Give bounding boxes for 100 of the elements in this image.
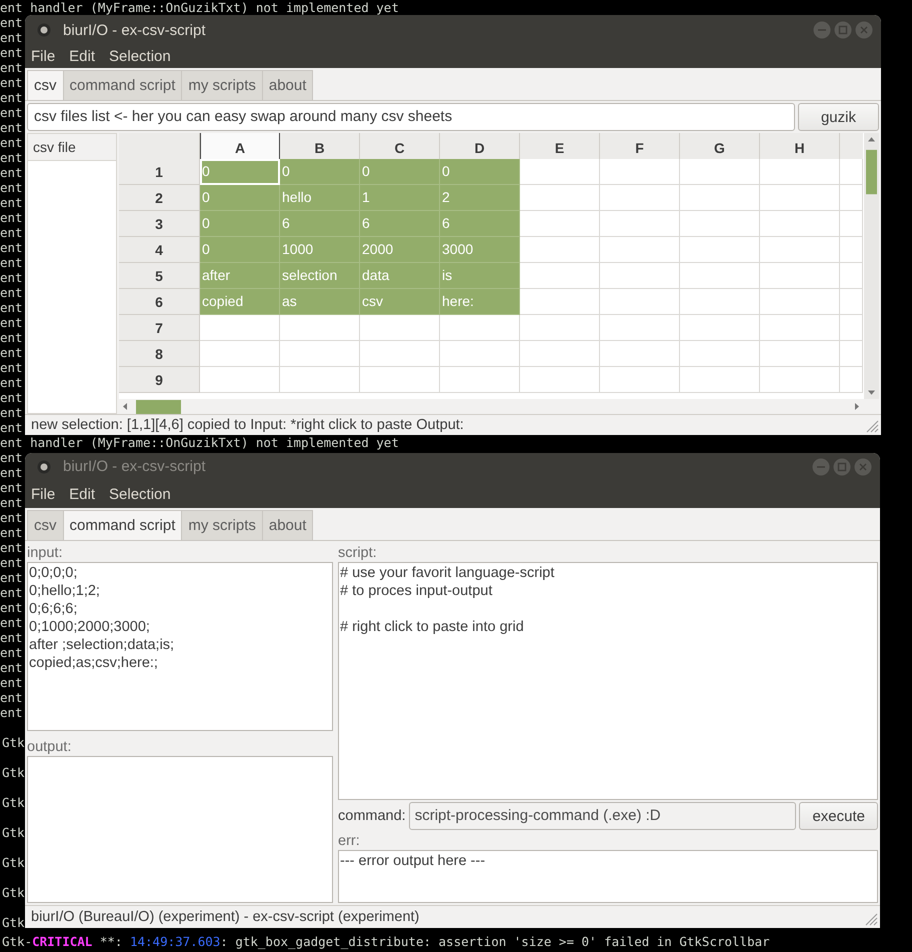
grid-cell[interactable] [200,341,280,367]
row-header[interactable]: 7 [119,315,200,341]
menu-item[interactable]: Selection [109,48,171,65]
grid-cell[interactable] [440,315,520,341]
grid-cell[interactable] [680,315,760,341]
file-list[interactable]: csv file [27,133,117,414]
grid-cell[interactable] [680,367,760,393]
minimize-icon[interactable] [812,458,830,476]
tab[interactable]: command script [62,70,182,100]
maximize-icon[interactable] [833,458,851,476]
grid-cell[interactable] [760,315,840,341]
menu-item[interactable]: Edit [69,48,96,65]
grid-cell[interactable] [600,211,680,237]
row-header[interactable]: 8 [119,341,200,367]
grid-cell[interactable] [360,367,440,393]
input-area[interactable]: 0;0;0;0; 0;hello;1;2; 0;6;6;6; 0;1000;2000;3000; after ;selection;data;is; copied;as;csv;here:; [27,562,333,731]
tab[interactable]: my scripts [181,510,263,540]
grid-cell[interactable] [760,341,840,367]
minimize-icon[interactable] [813,21,831,39]
row-header[interactable]: 2 [119,185,200,211]
grid-cell[interactable] [280,367,360,393]
grid-cell[interactable] [200,367,280,393]
grid-cell[interactable] [600,367,680,393]
grid-cell[interactable] [680,211,760,237]
grid-cell[interactable] [600,237,680,263]
grid-cell[interactable] [200,315,280,341]
window-menu-icon[interactable] [37,460,51,474]
grid-cell[interactable] [520,341,600,367]
grid-cell[interactable] [520,263,600,289]
grid-cell[interactable] [600,159,680,185]
error-area[interactable]: --- error output here --- [338,850,878,903]
command-field[interactable]: script-processing-command (.exe) :D [408,802,796,830]
grid-cell[interactable] [760,263,840,289]
tab[interactable]: about [262,510,314,540]
grid-cell[interactable] [600,315,680,341]
menu-item[interactable]: File [31,486,56,502]
grid-cell[interactable] [280,341,360,367]
grid-cell[interactable] [760,185,840,211]
grid-cell[interactable] [840,341,863,367]
tab[interactable]: my scripts [181,70,263,100]
grid-cell[interactable] [840,367,863,393]
grid-cell[interactable] [360,315,440,341]
grid-cell[interactable] [840,185,863,211]
menu-item[interactable]: Selection [109,486,171,502]
grid-cell[interactable] [840,315,863,341]
grid-cell[interactable] [760,367,840,393]
row-header[interactable]: 4 [119,237,200,263]
guzik-button[interactable]: guzik [798,103,879,131]
menu-item[interactable]: File [31,48,56,65]
grid-cell[interactable] [440,341,520,367]
grid-cell[interactable] [360,341,440,367]
row-header[interactable]: 6 [119,289,200,315]
grid-cell[interactable] [680,341,760,367]
grid-cell[interactable] [600,341,680,367]
maximize-icon[interactable] [834,21,852,39]
grid-cell[interactable] [680,289,760,315]
grid-cell[interactable] [760,159,840,185]
row-header[interactable]: 9 [119,367,200,393]
grid-cell[interactable] [680,237,760,263]
grid-cell[interactable] [680,185,760,211]
row-header[interactable]: 5 [119,263,200,289]
grid-cell[interactable] [760,237,840,263]
files-field[interactable]: csv files list <- her you can easy swap around many csv sheets [27,103,795,131]
close-icon[interactable] [854,458,872,476]
terminal-line: Gtk [2,825,25,840]
output-area[interactable] [27,756,333,903]
grid-cell[interactable] [520,211,600,237]
grid-cell[interactable] [840,263,863,289]
row-header[interactable]: 3 [119,211,200,237]
tab[interactable]: csv [27,70,64,100]
tab[interactable]: about [262,70,314,100]
grid-cell[interactable] [840,237,863,263]
row-header[interactable]: 1 [119,159,200,185]
tab[interactable]: csv [27,510,64,540]
grid-cell[interactable] [680,159,760,185]
grid-cell[interactable] [600,289,680,315]
grid-cell[interactable] [840,289,863,315]
grid-cell[interactable] [600,185,680,211]
grid-cell[interactable] [760,289,840,315]
vertical-scrollbar[interactable] [864,133,879,399]
status-text: new selection: [1,1][4,6] copied to Input: *right click to paste Output: [31,417,465,433]
grid-cell[interactable] [680,263,760,289]
grid-cell[interactable] [840,159,863,185]
grid-cell[interactable] [600,263,680,289]
menu-item[interactable]: Edit [69,486,96,502]
grid-cell[interactable] [520,237,600,263]
window-menu-icon[interactable] [37,23,51,37]
grid-cell[interactable] [520,185,600,211]
grid-cell[interactable] [520,159,600,185]
grid-cell[interactable] [840,211,863,237]
grid-cell[interactable] [760,211,840,237]
grid-cell[interactable] [520,315,600,341]
spreadsheet-grid[interactable]: A B C D E F G H 1 0 0 0 0 2 0 hello 1 2 3 0 6 6 6 4 0 1000 2000 3000 5 after selection data is 6 copied as csv here: 7 8 9 [119,133,864,399]
grid-cell[interactable] [520,367,600,393]
grid-cell[interactable] [280,315,360,341]
execute-button[interactable]: execute [799,802,878,830]
grid-cell[interactable] [440,367,520,393]
grid-cell[interactable] [520,289,600,315]
close-icon[interactable] [855,21,873,39]
script-area[interactable]: # use your favorit language-script # to proces input-output # right click to paste into grid [338,562,878,800]
